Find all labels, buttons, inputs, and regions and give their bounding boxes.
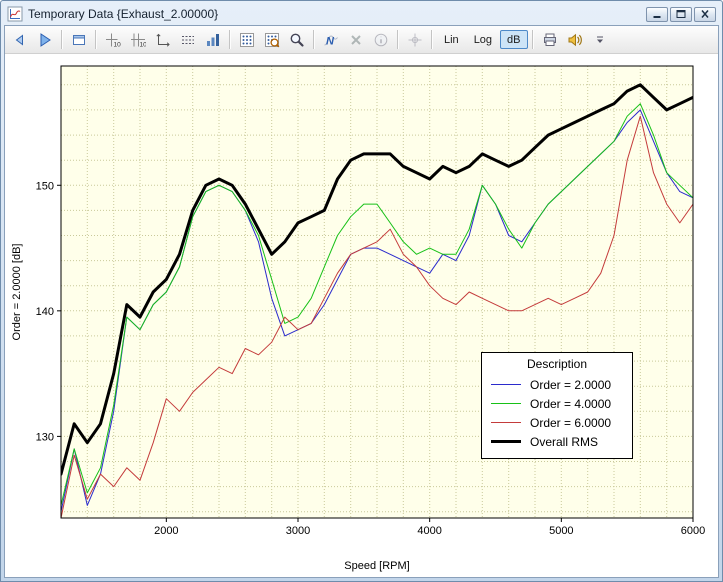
legend-item-label: Order = 2.0000 [530,378,611,392]
window-layout-icon[interactable] [67,28,91,52]
band-cursor-icon[interactable]: 10 [126,28,150,52]
zoom-icon[interactable] [285,28,309,52]
x-tick-label: 4000 [417,525,441,537]
y-tick-label: 150 [36,180,54,192]
toolbar-separator [397,30,399,49]
legend-line-sample [491,403,521,404]
chart-legend: Description Order = 2.0000 Order = 4.000… [481,352,633,459]
legend-item-label: Order = 4.0000 [530,397,611,411]
print-icon[interactable] [538,28,562,52]
legend-line-sample [491,422,521,423]
legend-item: Order = 4.0000 [491,394,623,413]
legend-title: Description [491,357,623,371]
x-axis-label: Speed [RPM] [344,560,409,572]
y-tick-label: 130 [36,431,54,443]
y-axis-label: Order = 2.0000 [dB] [11,244,23,341]
data-points-icon[interactable] [235,28,259,52]
curve-fit-icon[interactable]: N [319,28,343,52]
legend-line-sample [491,440,521,443]
x-tick-label: 2000 [154,525,178,537]
sound-icon[interactable] [563,28,587,52]
close-icon [698,8,712,20]
waterfall-icon[interactable] [201,28,225,52]
legend-item: Overall RMS [491,432,623,451]
maximize-icon [674,8,688,20]
x-tick-label: 5000 [549,525,573,537]
axis-icon[interactable] [151,28,175,52]
app-window: Temporary Data {Exhaust_2.00000} 10 10 N Li… [0,0,723,582]
marker-icon [403,28,427,52]
toolbar-separator [61,30,63,49]
lin-button[interactable]: Lin [437,30,466,49]
svg-text:10: 10 [140,41,147,48]
toolbar: 10 10 N LinLogdB [5,26,718,54]
forward-icon[interactable] [33,28,57,52]
toolbar-separator [229,30,231,49]
svg-text:N: N [326,35,335,47]
toolbar-separator [313,30,315,49]
back-icon[interactable] [8,28,32,52]
chart-area[interactable]: 2000 3000 4000 5000 6000 130 140 150 Order = 2.… [5,54,718,577]
gridlines-icon[interactable] [176,28,200,52]
window-client-area: 10 10 N LinLogdB 2000 3000 4000 5000 6000 130 140… [4,25,719,578]
harmonic-cursor-icon[interactable]: 10 [101,28,125,52]
toolbar-separator [431,30,433,49]
legend-item: Order = 2.0000 [491,375,623,394]
maximize-button[interactable] [670,7,692,22]
db-button[interactable]: dB [500,30,527,49]
legend-item-label: Overall RMS [530,435,598,449]
log-button[interactable]: Log [467,30,499,49]
app-icon [7,6,23,22]
delete-curve-icon [344,28,368,52]
minimize-button[interactable] [646,7,668,22]
window-titlebar[interactable]: Temporary Data {Exhaust_2.00000} [4,3,719,25]
legend-line-sample [491,384,521,385]
window-title: Temporary Data {Exhaust_2.00000} [28,7,641,21]
legend-item-label: Order = 6.0000 [530,416,611,430]
legend-item: Order = 6.0000 [491,413,623,432]
svg-text:10: 10 [114,41,122,48]
x-tick-label: 3000 [286,525,310,537]
info-icon [369,28,393,52]
window-controls [646,7,716,22]
chart-plot[interactable]: 2000 3000 4000 5000 6000 130 140 150 [5,54,718,577]
minimize-icon [650,8,664,20]
x-tick-label: 6000 [681,525,705,537]
y-tick-label: 140 [36,306,54,318]
close-button[interactable] [694,7,716,22]
data-points-zoom-icon[interactable] [260,28,284,52]
toolbar-separator [532,30,534,49]
toolbar-separator [95,30,97,49]
toolbar-overflow-icon[interactable] [588,28,612,52]
